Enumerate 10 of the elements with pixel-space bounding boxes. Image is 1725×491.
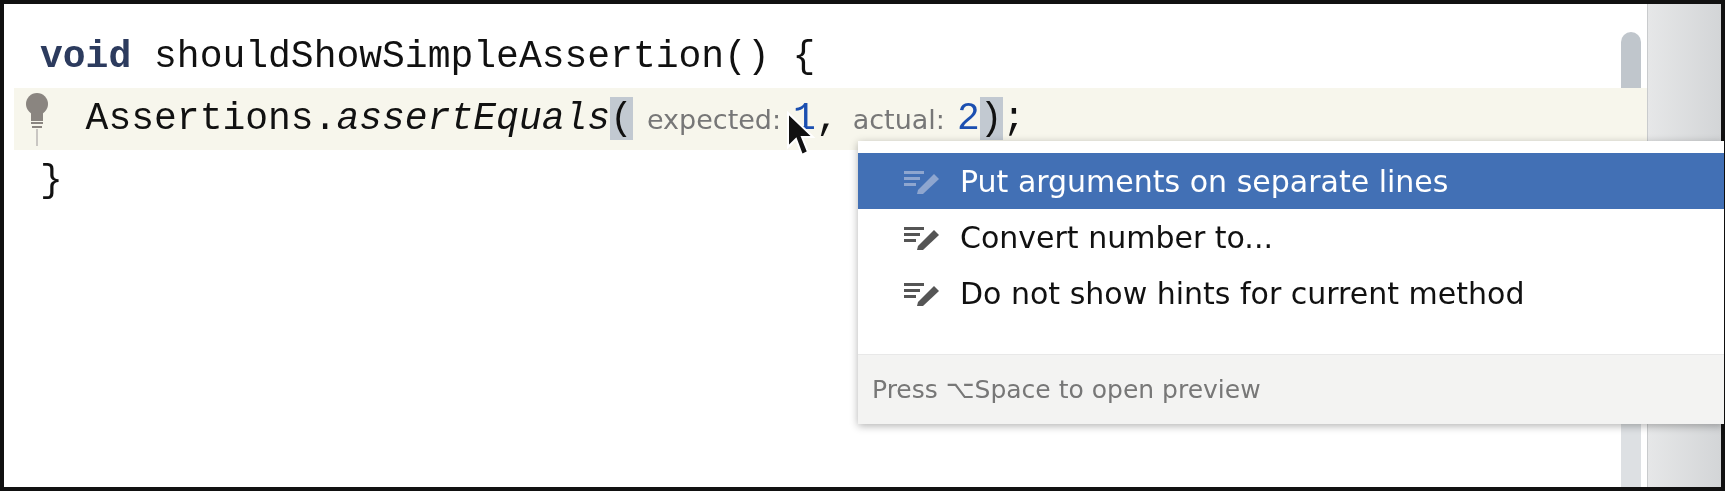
menu-item[interactable]: Convert number to... <box>858 209 1724 265</box>
menu-item[interactable]: Do not show hints for current method <box>858 265 1724 321</box>
popup-hint: Press ⌥Space to open preview <box>858 354 1724 424</box>
code-line: void shouldShowSimpleAssertion() { <box>40 35 816 78</box>
edit-icon <box>904 168 940 194</box>
menu-item[interactable]: Put arguments on separate lines <box>858 153 1724 209</box>
lightbulb-icon[interactable] <box>24 92 50 146</box>
edit-icon <box>904 224 940 250</box>
code-line: } <box>40 159 63 202</box>
edit-icon <box>904 280 940 306</box>
